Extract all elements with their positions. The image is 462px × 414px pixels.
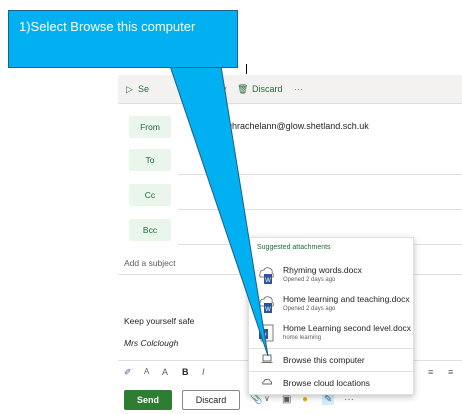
text-cursor	[246, 64, 247, 74]
instruction-callout: 1)Select Browse this computer	[8, 10, 238, 68]
callout-text: 1)Select Browse this computer	[19, 19, 196, 34]
